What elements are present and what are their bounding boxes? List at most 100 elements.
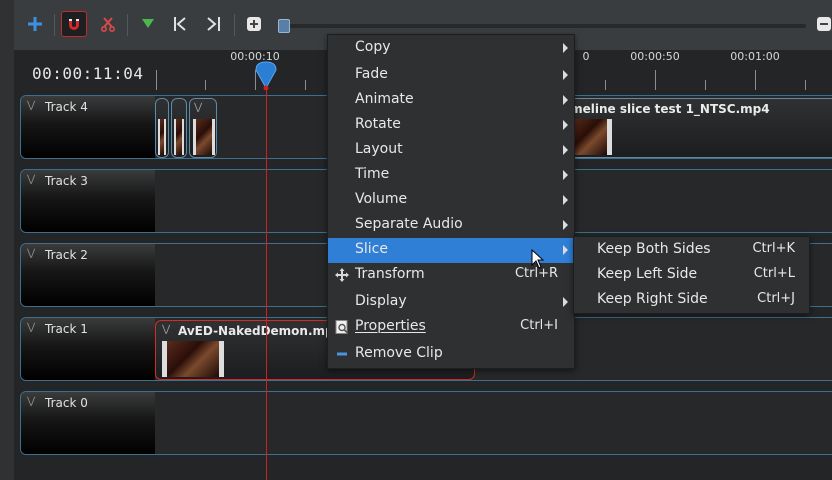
track-header[interactable]: ⋁ Track 3 <box>21 170 155 232</box>
menu-item-display[interactable]: Display <box>328 290 574 315</box>
ruler-label: 00:00:50 <box>630 50 680 63</box>
menu-item-copy[interactable]: Copy <box>328 36 574 61</box>
clip[interactable] <box>171 98 187 158</box>
ruler-label: 00:01:00 <box>730 50 780 63</box>
menu-item-label: Copy <box>355 39 391 55</box>
submenu-arrow-icon <box>563 245 568 255</box>
magnet-icon <box>69 19 79 30</box>
toolbar-separator <box>234 14 235 36</box>
minus-icon <box>337 352 347 356</box>
toolbar-separator <box>127 14 128 36</box>
track-body[interactable] <box>155 392 832 454</box>
menu-item-shortcut: Ctrl+I <box>520 318 558 333</box>
submenu-arrow-icon <box>563 43 568 53</box>
track-0[interactable]: ⋁ Track 0 <box>20 391 832 455</box>
razor-button[interactable] <box>95 11 121 37</box>
toolbar-separator <box>54 14 55 36</box>
menu-item-label: Rotate <box>355 116 401 132</box>
add-marker-button[interactable] <box>135 11 161 37</box>
menu-item-shortcut: Ctrl+L <box>753 266 795 281</box>
clip-context-menu: Copy Fade Animate Rotate Layout Time Vol… <box>327 34 575 369</box>
menu-item-label: Keep Left Side <box>597 266 698 282</box>
track-header[interactable]: ⋁ Track 4 <box>21 96 155 158</box>
menu-item-keep-left-side[interactable]: Keep Left Side Ctrl+L <box>574 263 809 288</box>
menu-item-volume[interactable]: Volume <box>328 188 574 213</box>
menu-item-label: Remove Clip <box>355 345 443 361</box>
menu-item-remove-clip[interactable]: Remove Clip <box>328 342 574 367</box>
menu-item-layout[interactable]: Layout <box>328 138 574 163</box>
center-playhead-button[interactable] <box>241 11 267 37</box>
move-icon <box>335 268 349 282</box>
zoom-out-button[interactable] <box>814 11 832 37</box>
menu-item-keep-both-sides[interactable]: Keep Both Sides Ctrl+K <box>574 238 809 263</box>
clip[interactable] <box>155 98 169 158</box>
track-header[interactable]: ⋁ Track 2 <box>21 244 155 306</box>
menu-item-label: Volume <box>355 191 408 207</box>
menu-item-keep-right-side[interactable]: Keep Right Side Ctrl+J <box>574 288 809 313</box>
collapse-caret-icon[interactable]: ⋁ <box>27 248 35 259</box>
menu-item-slice[interactable]: Slice <box>328 238 574 269</box>
menu-item-shortcut: Ctrl+J <box>757 291 795 306</box>
zoom-slider-track[interactable] <box>280 24 806 28</box>
menu-item-label: Fade <box>355 66 388 82</box>
submenu-arrow-icon <box>563 120 568 130</box>
snap-toggle-button[interactable] <box>61 11 87 37</box>
menu-item-label: Slice <box>355 241 388 257</box>
ruler-tick <box>705 80 706 90</box>
menu-item-fade[interactable]: Fade <box>328 63 574 88</box>
scissors-icon <box>101 17 115 32</box>
menu-item-label: Separate Audio <box>355 216 463 232</box>
left-dock-strip <box>0 0 15 480</box>
menu-item-label: Time <box>355 166 390 182</box>
collapse-caret-icon[interactable]: ⋁ <box>27 174 35 185</box>
menu-item-time[interactable]: Time <box>328 163 574 188</box>
submenu-arrow-icon <box>563 220 568 230</box>
playhead-line <box>266 72 267 480</box>
properties-icon <box>335 320 348 334</box>
submenu-arrow-icon <box>563 95 568 105</box>
center-icon <box>247 17 261 31</box>
menu-item-properties[interactable]: Properties Ctrl+I <box>328 315 574 340</box>
collapse-caret-icon[interactable]: ⋁ <box>27 322 35 333</box>
timecode-display: 00:00:11:04 <box>32 64 144 83</box>
clip-thumbnail <box>162 341 224 377</box>
menu-item-shortcut: Ctrl+R <box>514 266 558 281</box>
track-header[interactable]: ⋁ Track 1 <box>21 318 155 380</box>
submenu-arrow-icon <box>563 145 568 155</box>
clip[interactable]: ⋁ <box>189 98 217 158</box>
collapse-caret-icon[interactable]: ⋁ <box>27 396 35 407</box>
menu-item-label: Animate <box>355 91 414 107</box>
menu-item-animate[interactable]: Animate <box>328 88 574 113</box>
menu-item-label: Keep Right Side <box>597 291 708 307</box>
clip[interactable]: imeline slice test 1_NTSC.mp4 <box>565 98 832 158</box>
track-name: Track 4 <box>45 100 88 114</box>
menu-item-label: Layout <box>355 141 403 157</box>
slice-submenu: Keep Both Sides Ctrl+K Keep Left Side Ctrl… <box>573 236 810 314</box>
zoom-slider-handle[interactable] <box>278 19 290 33</box>
next-marker-button[interactable] <box>200 11 226 37</box>
ruler-label: 0 <box>582 50 590 63</box>
clip-caret-icon[interactable]: ⋁ <box>162 324 170 335</box>
clip-title: imeline slice test 1_NTSC.mp4 <box>566 102 770 116</box>
ruler-tick <box>755 70 756 90</box>
collapse-caret-icon[interactable]: ⋁ <box>27 100 35 111</box>
ruler-tick <box>205 80 206 90</box>
jump-previous-icon <box>174 17 186 31</box>
menu-item-separate-audio[interactable]: Separate Audio <box>328 213 574 238</box>
plus-icon <box>28 17 42 31</box>
submenu-arrow-icon <box>563 170 568 180</box>
playhead-marker-icon[interactable] <box>254 60 278 90</box>
track-name: Track 1 <box>45 322 88 336</box>
previous-marker-button[interactable] <box>168 11 194 37</box>
clip-thumbnail <box>193 119 215 155</box>
add-track-button[interactable] <box>22 11 48 37</box>
clip-thumbnail <box>158 119 166 155</box>
track-header[interactable]: ⋁ Track 0 <box>21 392 155 454</box>
app-window: 00:00:11:04 00:00:10 0 00:00:50 00:01:00… <box>0 0 832 480</box>
track-name: Track 0 <box>45 396 88 410</box>
menu-item-rotate[interactable]: Rotate <box>328 113 574 138</box>
track-name: Track 3 <box>45 174 88 188</box>
menu-item-label: Display <box>355 293 407 309</box>
clip-caret-icon[interactable]: ⋁ <box>194 102 202 113</box>
menu-item-transform[interactable]: Transform Ctrl+R <box>328 263 574 288</box>
